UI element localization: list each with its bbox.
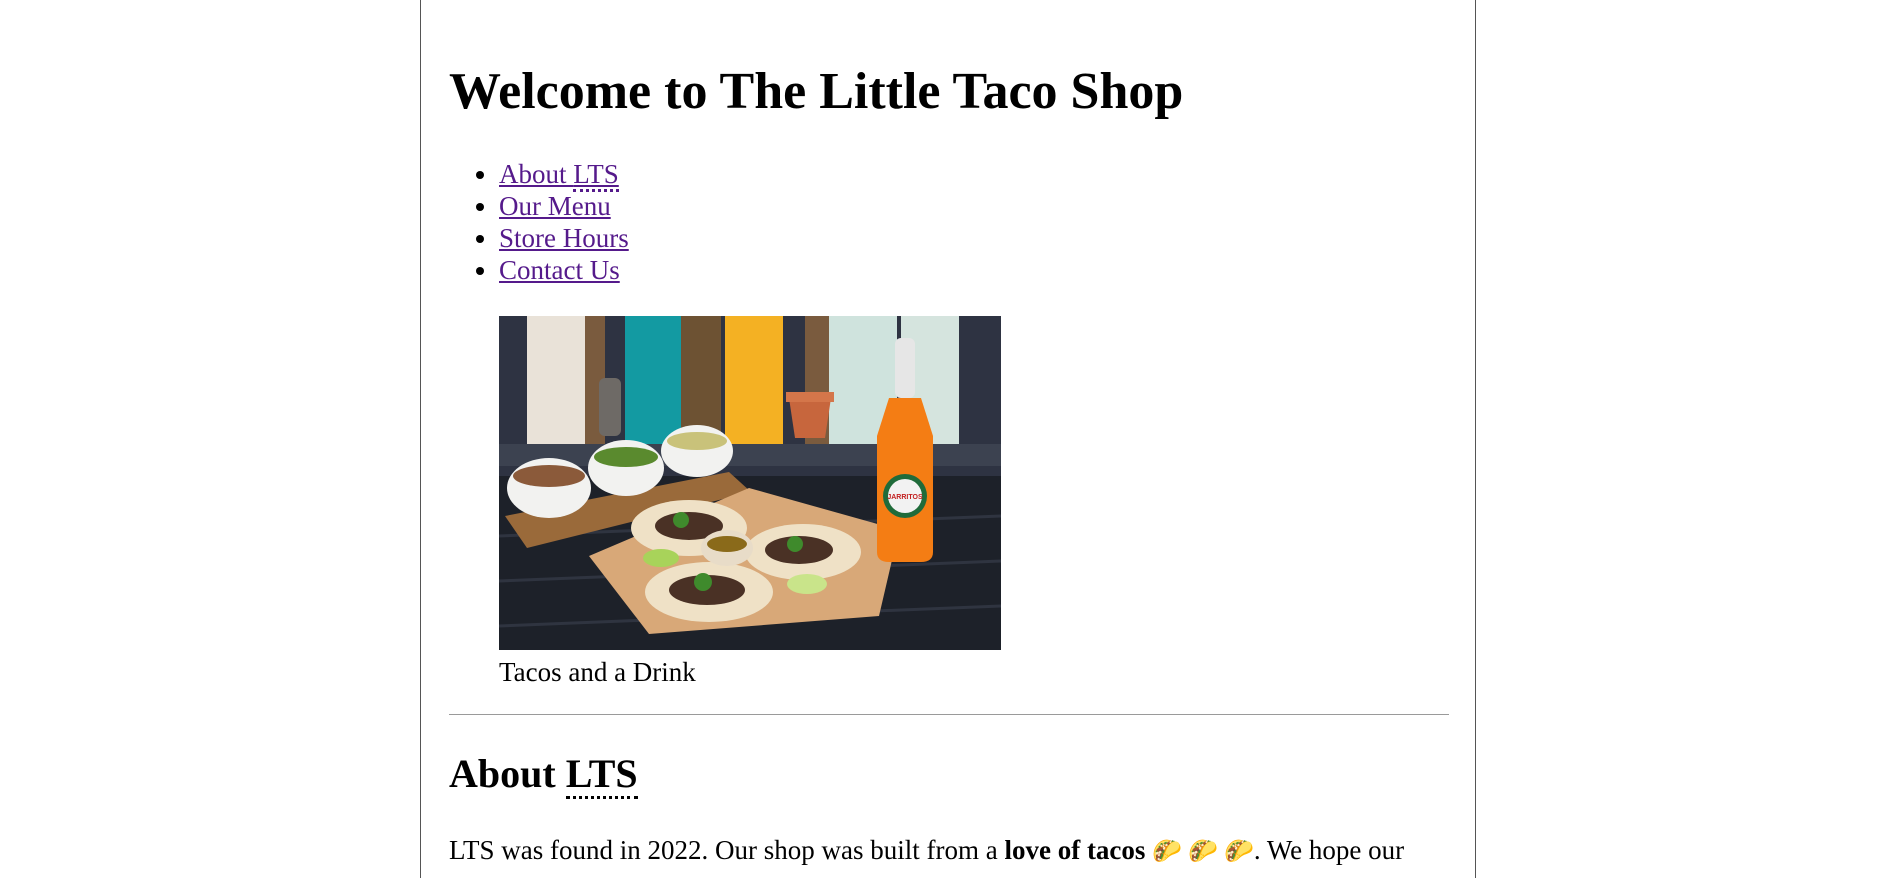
figure-caption: Tacos and a Drink xyxy=(499,657,696,687)
nav-link-hours[interactable]: Store Hours xyxy=(499,223,629,253)
nav-item-hours: Store Hours xyxy=(499,222,629,254)
taco-emoji-icons: 🌮 🌮 🌮 xyxy=(1152,839,1254,865)
page-title: Welcome to The Little Taco Shop xyxy=(449,63,1184,120)
nav-item-menu: Our Menu xyxy=(499,190,629,222)
nav-link-about[interactable]: About LTS xyxy=(499,159,619,192)
nav-item-about: About LTS xyxy=(499,158,629,192)
lts-abbreviation: LTS xyxy=(573,159,619,192)
about-paragraph: LTS was found in 2022. Our shop was buil… xyxy=(449,835,1405,865)
bottle-label: JARRITOS xyxy=(887,494,923,501)
lts-abbreviation: LTS xyxy=(565,751,638,799)
nav-link-menu[interactable]: Our Menu xyxy=(499,191,611,221)
nav-item-contact: Contact Us xyxy=(499,254,629,286)
nav-list: About LTS Our Menu Store Hours Contact U… xyxy=(449,158,629,286)
nav-link-contact[interactable]: Contact Us xyxy=(499,255,620,285)
section-divider xyxy=(449,714,1449,715)
tacos-figure: JARRITOS Tacos and a Drink xyxy=(499,316,1001,688)
tacos-photo: JARRITOS xyxy=(499,316,1001,650)
page-container: Welcome to The Little Taco Shop About LT… xyxy=(420,0,1476,878)
about-heading: About LTS xyxy=(449,750,638,799)
